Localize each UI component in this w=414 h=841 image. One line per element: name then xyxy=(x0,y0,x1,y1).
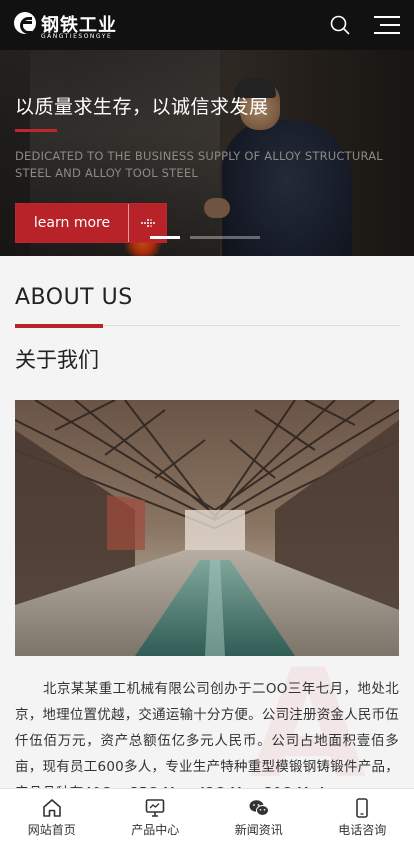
nav-label-news: 新闻资讯 xyxy=(207,821,311,838)
arrow-right-icon xyxy=(140,215,156,231)
home-icon xyxy=(41,797,63,819)
nav-label-home: 网站首页 xyxy=(0,821,104,838)
about-accent-bar xyxy=(15,324,103,328)
nav-item-news[interactable]: 新闻资讯 xyxy=(207,789,311,841)
nav-item-products[interactable]: 产品中心 xyxy=(104,789,208,841)
wechat-icon xyxy=(248,797,270,819)
nav-item-phone[interactable]: 电话咨询 xyxy=(311,789,414,841)
learn-more-button[interactable]: learn more xyxy=(15,203,167,243)
factory-photo xyxy=(15,400,399,656)
nav-label-phone: 电话咨询 xyxy=(311,821,414,838)
hero-banner: 以质量求生存，以诚信求发展 DEDICATED TO THE BUSINESS … xyxy=(0,50,414,256)
logo-icon xyxy=(14,12,36,34)
bottom-nav: 网站首页 产品中心 新闻资讯 电话咨询 xyxy=(0,788,414,841)
carousel-indicators xyxy=(150,236,260,239)
banner-title-underline xyxy=(15,129,57,132)
about-heading-en: ABOUT US xyxy=(15,285,133,310)
learn-more-label: learn more xyxy=(16,204,128,242)
nav-item-home[interactable]: 网站首页 xyxy=(0,789,104,841)
carousel-dot[interactable] xyxy=(190,236,260,239)
menu-icon[interactable] xyxy=(374,15,400,35)
banner-subtitle: DEDICATED TO THE BUSINESS SUPPLY OF ALLO… xyxy=(15,148,395,182)
button-divider xyxy=(128,204,129,242)
monitor-icon xyxy=(144,797,166,819)
banner-title: 以质量求生存，以诚信求发展 xyxy=(15,92,269,119)
search-icon[interactable] xyxy=(330,15,350,35)
about-heading-cn: 关于我们 xyxy=(15,344,99,374)
nav-label-products: 产品中心 xyxy=(104,821,208,838)
top-header: 钢铁工业 GANGTIESONGYE xyxy=(0,0,414,50)
about-description: 北京某某重工机械有限公司创办于二OO三年七月，地处北京，地理位置优越，交通运输十… xyxy=(15,676,399,806)
phone-icon xyxy=(351,797,373,819)
carousel-dot-active[interactable] xyxy=(150,236,180,239)
site-logo[interactable]: 钢铁工业 GANGTIESONGYE xyxy=(14,9,124,43)
logo-subtext: GANGTIESONGYE xyxy=(41,33,112,40)
